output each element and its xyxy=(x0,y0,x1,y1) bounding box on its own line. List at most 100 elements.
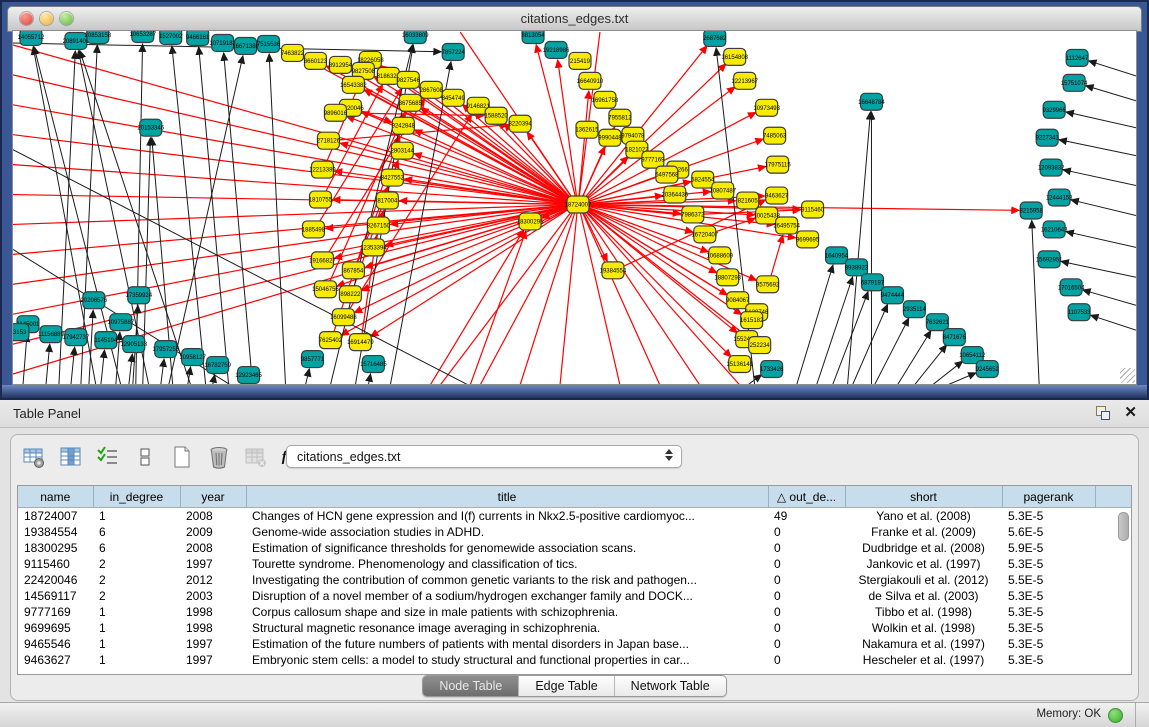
network-node[interactable]: 10958127 xyxy=(179,349,206,366)
network-node[interactable]: 10653287 xyxy=(129,31,156,42)
network-node[interactable]: 10688609 xyxy=(706,247,733,264)
table-select-dropdown[interactable]: citations_edges.txt xyxy=(286,445,682,468)
network-node[interactable]: 9463627 xyxy=(765,187,789,204)
column-header-pagerank[interactable]: pagerank xyxy=(1002,486,1095,508)
network-node[interactable]: 898222 xyxy=(339,286,361,303)
network-graph[interactable]: 1872400718300295224200467463822866012389… xyxy=(13,31,1136,384)
network-node[interactable]: 252234 xyxy=(749,337,771,354)
column-header-in_degree[interactable]: in_degree xyxy=(93,486,180,508)
network-node[interactable]: 20206576 xyxy=(81,292,108,309)
select-columns-icon[interactable] xyxy=(58,444,84,470)
network-node[interactable]: 10807487 xyxy=(709,182,736,199)
network-node[interactable]: 7515536 xyxy=(257,35,281,52)
network-node[interactable]: 8471676 xyxy=(943,329,967,346)
network-node[interactable]: 1733426 xyxy=(760,361,784,378)
network-node[interactable]: 7632621 xyxy=(926,314,950,331)
network-window-titlebar[interactable]: citations_edges.txt xyxy=(7,6,1142,32)
network-node[interactable]: 16914479 xyxy=(347,334,374,351)
network-node[interactable]: 8813054 xyxy=(521,31,545,43)
network-node[interactable]: 1145194 xyxy=(94,332,117,349)
tab-edge-table[interactable]: Edge Table xyxy=(518,676,613,696)
network-node[interactable]: 9227343 xyxy=(1036,129,1060,146)
network-node[interactable]: 7625402 xyxy=(319,332,343,349)
network-node[interactable]: 16640910 xyxy=(577,72,604,89)
column-header-name[interactable]: name xyxy=(18,486,93,508)
network-node[interactable]: 8938923 xyxy=(845,259,869,276)
network-node[interactable]: 20853158 xyxy=(85,31,112,43)
network-node[interactable]: 10973493 xyxy=(753,99,780,116)
network-node[interactable]: 2718126 xyxy=(317,132,341,149)
network-node[interactable]: 12213967 xyxy=(731,72,758,89)
network-node[interactable]: 26495754 xyxy=(773,217,800,234)
network-node[interactable]: 1362615 xyxy=(575,121,599,138)
network-node[interactable]: 2687682 xyxy=(703,31,727,46)
network-node[interactable]: 16648784 xyxy=(858,93,885,110)
network-canvas[interactable]: 1872400718300295224200467463822866012389… xyxy=(12,30,1137,385)
network-node[interactable]: 7986372 xyxy=(681,206,705,223)
network-node[interactable]: 9115460 xyxy=(801,201,824,218)
network-node[interactable]: 3675685 xyxy=(399,94,423,111)
table-row[interactable]: 1872400712008Changes of HCN gene express… xyxy=(18,508,1131,525)
network-node[interactable]: 15716485 xyxy=(360,356,387,373)
network-node[interactable]: 8427552 xyxy=(381,169,405,186)
network-node[interactable]: 1640954 xyxy=(825,247,849,264)
network-node[interactable]: 17975115 xyxy=(765,156,792,173)
network-node[interactable]: 9245652 xyxy=(976,361,1000,378)
import-checklist-icon[interactable] xyxy=(95,444,121,470)
network-node[interactable]: 1885498 xyxy=(302,221,326,238)
close-panel-icon[interactable]: ✕ xyxy=(1124,406,1137,420)
column-header-short[interactable]: short xyxy=(845,486,1002,508)
network-node[interactable]: 2867608 xyxy=(420,81,444,98)
network-node[interactable]: 16961758 xyxy=(592,91,619,108)
table-row[interactable]: 969969511998Structural magnetic resonanc… xyxy=(18,620,1131,636)
network-node[interactable]: 8454749 xyxy=(442,89,466,106)
column-header-year[interactable]: year xyxy=(180,486,246,508)
network-node[interactable]: 12213389 xyxy=(309,161,336,178)
network-node[interactable]: 33153 xyxy=(13,324,29,341)
network-node[interactable]: 16154808 xyxy=(721,48,748,65)
network-node[interactable]: 9827546 xyxy=(397,71,421,88)
network-node[interactable]: 8220394 xyxy=(508,115,532,132)
network-node[interactable]: 8660123 xyxy=(304,52,328,69)
network-node[interactable]: 20153346 xyxy=(137,119,164,136)
network-node[interactable]: 1615182 xyxy=(740,312,764,329)
tab-node-table[interactable]: Node Table xyxy=(423,676,518,696)
network-node[interactable]: 16099488 xyxy=(330,309,357,326)
table-row[interactable]: 1456911722003Disruption of a novel membe… xyxy=(18,588,1131,604)
network-node[interactable]: 16671388 xyxy=(232,37,259,54)
network-node[interactable]: 17957255 xyxy=(152,341,179,358)
network-node[interactable]: 1527002 xyxy=(159,31,183,44)
network-node[interactable]: 16033809 xyxy=(402,31,429,43)
network-node[interactable]: 15136141 xyxy=(726,356,753,373)
table-row[interactable]: 977716911998Corpus callosum shape and si… xyxy=(18,604,1131,620)
delete-trash-icon[interactable] xyxy=(206,444,232,470)
network-node[interactable]: 9242848 xyxy=(392,117,416,134)
float-panel-icon[interactable] xyxy=(1096,406,1110,420)
network-node[interactable]: 821605 xyxy=(737,192,759,209)
network-node[interactable]: 11156889 xyxy=(38,326,64,343)
network-node[interactable]: 7857224 xyxy=(442,43,466,60)
network-node[interactable]: 1107533 xyxy=(1068,304,1091,321)
column-header-out_de[interactable]: △ out_de... xyxy=(768,486,845,508)
network-node[interactable]: 19166827 xyxy=(309,252,336,269)
network-node[interactable]: 16782759 xyxy=(204,357,231,374)
network-node[interactable]: 12353394 xyxy=(360,239,387,256)
network-node[interactable]: 9474444 xyxy=(881,287,905,304)
network-node[interactable]: 7463822 xyxy=(281,44,305,61)
network-node[interactable]: 867854 xyxy=(342,262,364,279)
network-node[interactable]: 16720407 xyxy=(691,226,718,243)
network-node[interactable]: 15046756 xyxy=(312,281,339,298)
network-node[interactable]: 17942737 xyxy=(63,329,90,346)
network-node[interactable]: 9575692 xyxy=(756,276,780,293)
network-node[interactable]: 10975887 xyxy=(108,314,135,331)
network-node[interactable]: 2803144 xyxy=(391,142,415,159)
network-node[interactable]: 7485063 xyxy=(763,127,787,144)
network-node[interactable]: 15751074 xyxy=(1061,74,1088,91)
network-node[interactable]: 9990448 xyxy=(598,129,622,146)
network-node[interactable]: 18724007 xyxy=(565,196,592,213)
new-document-icon[interactable] xyxy=(169,444,195,470)
table-settings-icon[interactable] xyxy=(21,444,47,470)
table-row[interactable]: 1830029562008Estimation of significance … xyxy=(18,540,1131,556)
network-node[interactable]: 9896016 xyxy=(324,104,348,121)
network-node[interactable]: 19218986 xyxy=(543,41,570,58)
